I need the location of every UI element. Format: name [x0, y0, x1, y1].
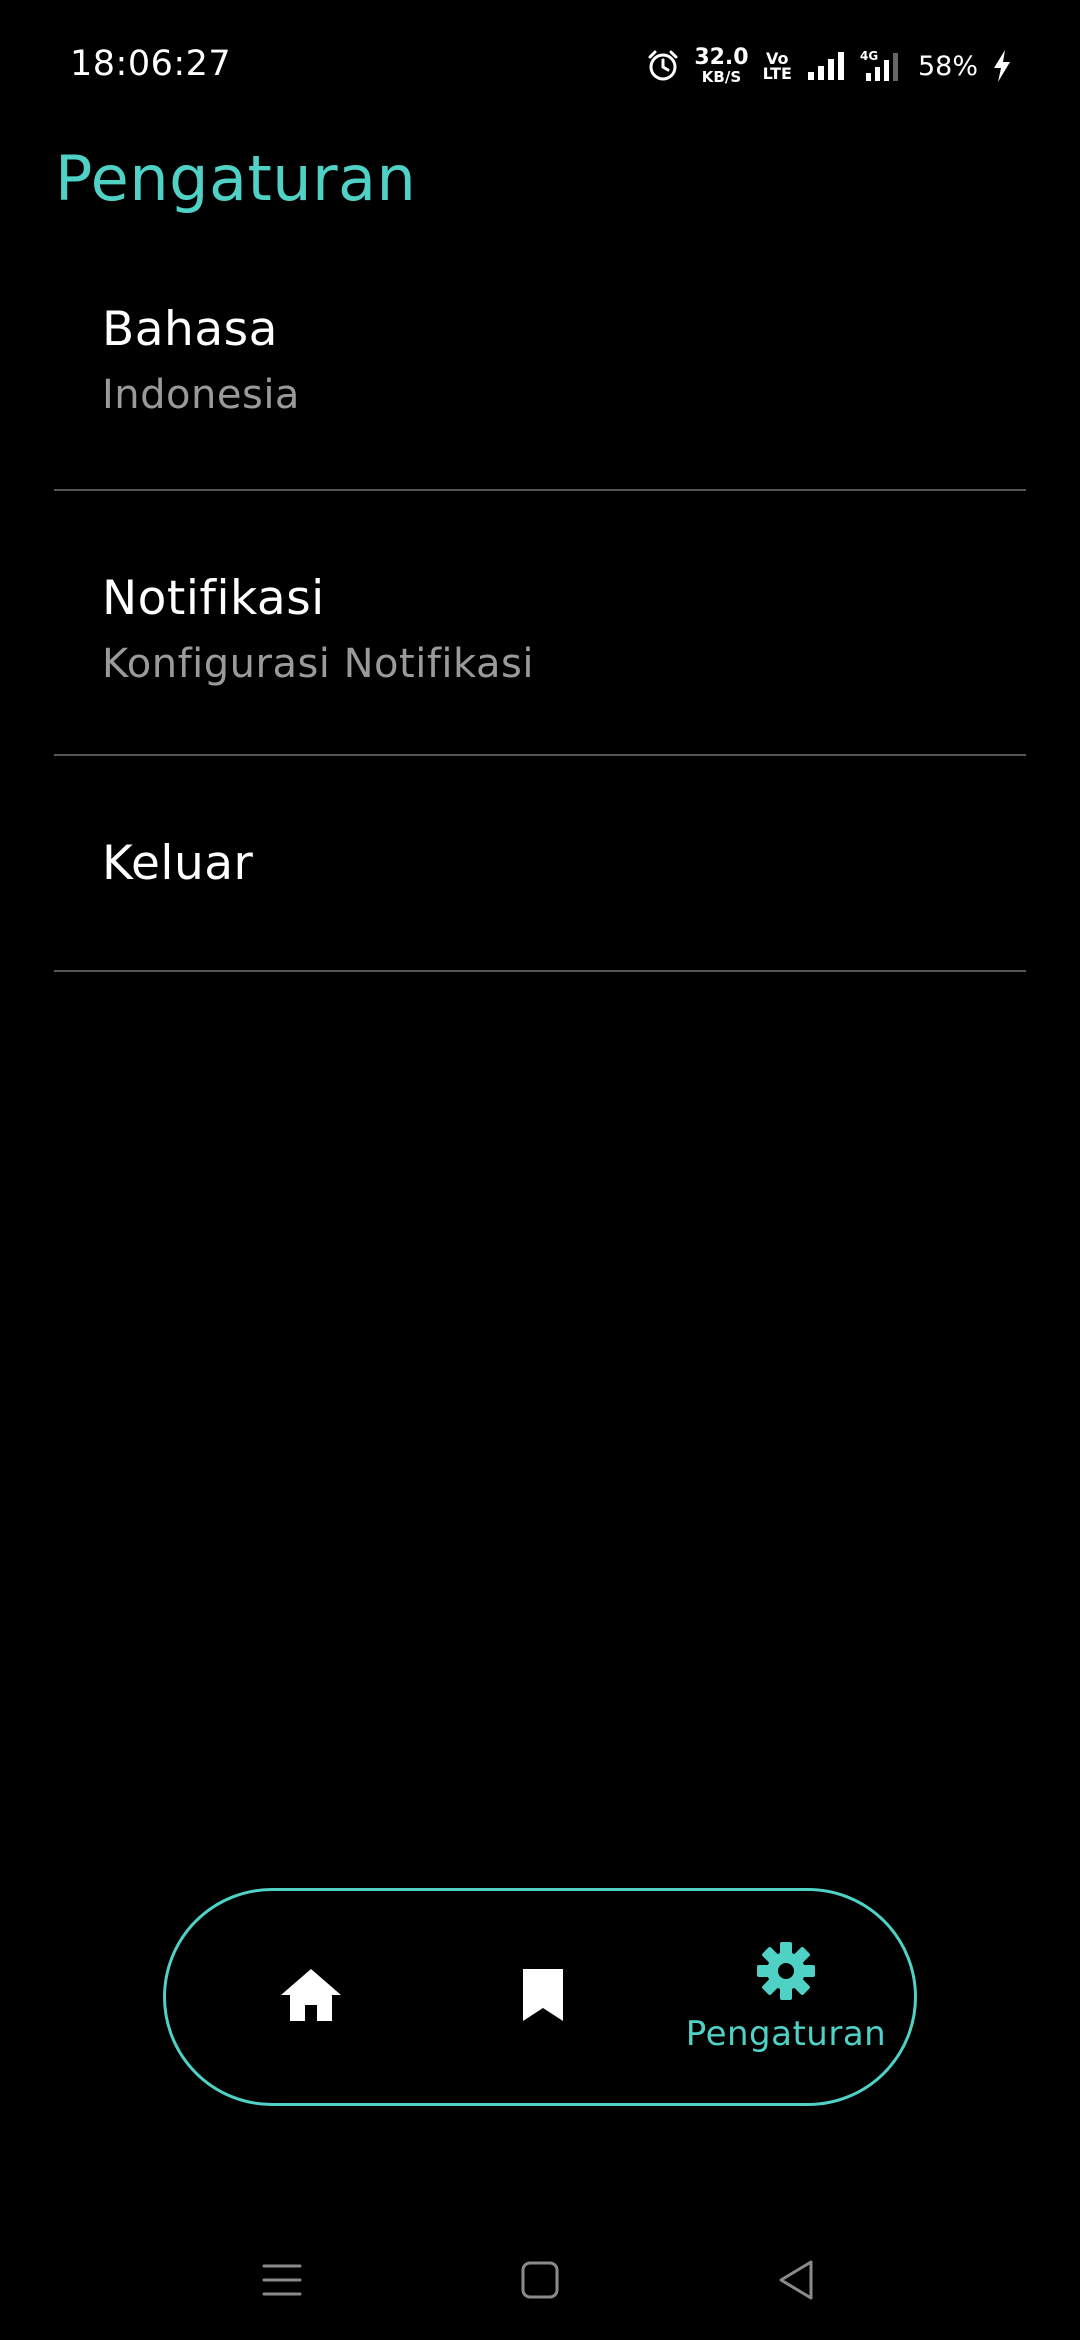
setting-item-keluar[interactable]: Keluar	[54, 756, 1026, 972]
volte-indicator: Vo LTE	[762, 50, 792, 83]
status-bar: 18:06:27 32.0 KB/S Vo LTE 4G 58%	[0, 0, 1080, 130]
signal-icon	[806, 50, 846, 82]
charging-icon	[992, 49, 1012, 83]
setting-subtitle: Indonesia	[102, 372, 300, 418]
setting-item-notifikasi[interactable]: Notifikasi Konfigurasi Notifikasi	[54, 491, 1026, 756]
net-speed-value: 32.0	[694, 45, 749, 70]
nav-item-bookmark[interactable]	[458, 1891, 628, 2103]
status-icons: 32.0 KB/S Vo LTE 4G 58%	[646, 44, 1012, 88]
net-speed-unit: KB/S	[701, 68, 742, 86]
menu-icon[interactable]	[252, 2250, 312, 2310]
home-square-icon[interactable]	[510, 2250, 570, 2310]
setting-title: Keluar	[102, 836, 254, 891]
system-nav-bar	[0, 2220, 1080, 2330]
setting-title: Notifikasi	[102, 571, 325, 626]
nav-item-settings[interactable]: Pengaturan	[676, 1891, 896, 2103]
volte-bottom: LTE	[762, 64, 792, 83]
back-icon[interactable]	[766, 2250, 826, 2310]
status-time: 18:06:27	[70, 44, 232, 84]
alarm-icon	[646, 49, 680, 83]
page-title: Pengaturan	[55, 142, 417, 215]
battery-percent: 58%	[917, 50, 978, 82]
network-type-text: 4G	[860, 49, 878, 63]
signal-4g-icon: 4G	[860, 49, 904, 83]
setting-item-bahasa[interactable]: Bahasa Indonesia	[54, 272, 1026, 491]
nav-item-home[interactable]	[226, 1891, 396, 2103]
home-icon	[279, 1965, 343, 2029]
bottom-nav: Pengaturan	[163, 1888, 917, 2106]
bookmark-icon	[519, 1965, 567, 2029]
setting-subtitle: Konfigurasi Notifikasi	[102, 641, 534, 687]
net-speed: 32.0 KB/S	[694, 47, 748, 85]
gear-icon	[755, 1940, 817, 2006]
setting-title: Bahasa	[102, 302, 278, 357]
nav-label-settings: Pengaturan	[685, 2014, 887, 2054]
